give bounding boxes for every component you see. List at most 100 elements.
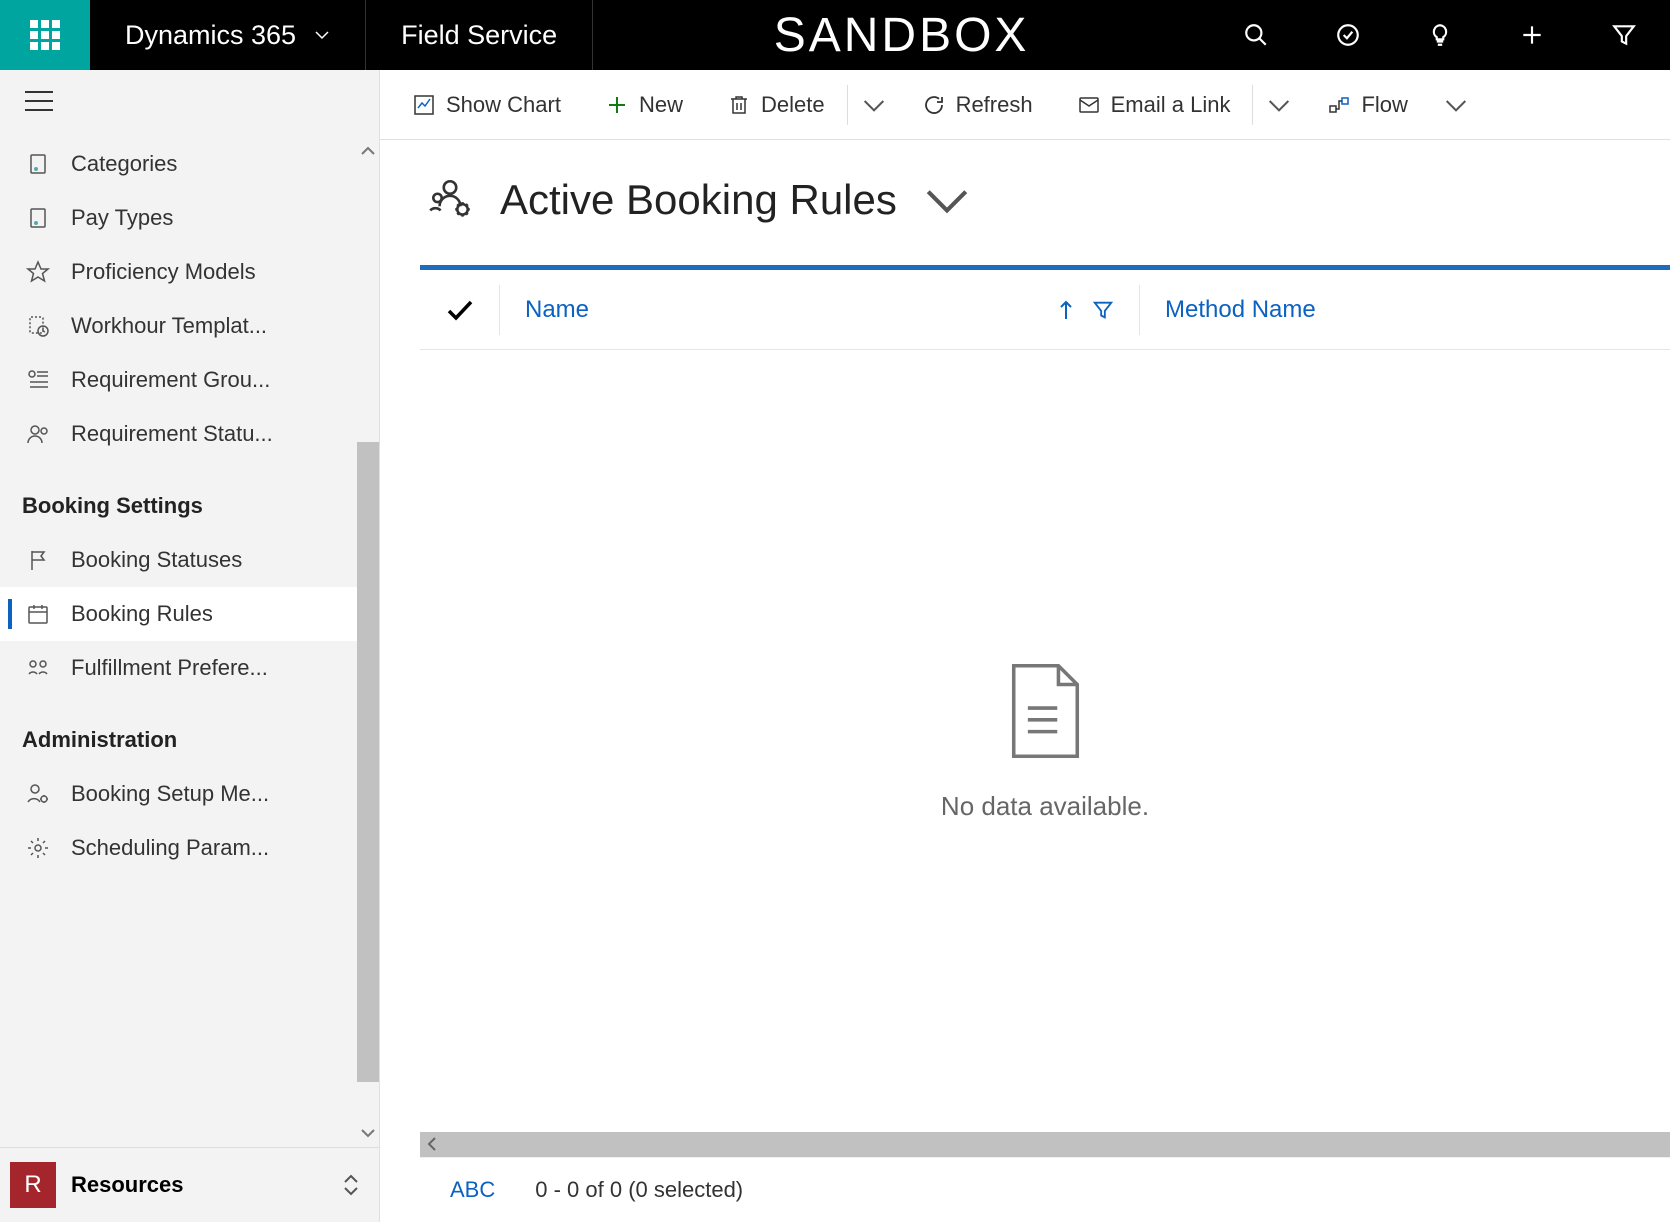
module-label: Field Service <box>366 0 593 70</box>
sidebar-item-booking-setup-metadata[interactable]: Booking Setup Me... <box>0 767 379 821</box>
cmd-label: Show Chart <box>446 92 561 118</box>
chevron-down-icon[interactable] <box>922 175 972 225</box>
column-header-name[interactable]: Name <box>500 285 1140 335</box>
search-icon <box>1243 22 1269 48</box>
app-launcher-button[interactable] <box>0 0 90 70</box>
sidebar-section-booking-settings: Booking Settings <box>0 461 379 533</box>
sidebar: Categories Pay Types Proficiency Models … <box>0 70 380 1222</box>
delete-button[interactable]: Delete <box>705 70 847 139</box>
cmd-label: Delete <box>761 92 825 118</box>
clock-document-icon <box>25 313 51 339</box>
email-link-dropdown[interactable] <box>1253 70 1305 139</box>
sidebar-item-workhour-templates[interactable]: Workhour Templat... <box>0 299 379 353</box>
email-link-button[interactable]: Email a Link <box>1055 70 1253 139</box>
cmd-label: Flow <box>1361 92 1407 118</box>
sidebar-item-label: Scheduling Param... <box>71 835 269 861</box>
task-button[interactable] <box>1302 0 1394 70</box>
column-label: Method Name <box>1165 296 1316 324</box>
flow-button[interactable]: Flow <box>1305 70 1429 139</box>
grid-footer: ABC 0 - 0 of 0 (0 selected) <box>420 1157 1670 1222</box>
sidebar-item-label: Proficiency Models <box>71 259 256 285</box>
list-icon <box>25 367 51 393</box>
scrollbar-thumb[interactable] <box>357 442 379 1082</box>
view-title[interactable]: Active Booking Rules <box>500 176 897 224</box>
sidebar-toggle-button[interactable] <box>0 70 379 137</box>
cmd-label: Refresh <box>956 92 1033 118</box>
sidebar-item-label: Requirement Statu... <box>71 421 273 447</box>
delete-dropdown[interactable] <box>848 70 900 139</box>
select-all-checkbox[interactable] <box>420 285 500 335</box>
cmd-label: New <box>639 92 683 118</box>
area-switcher[interactable]: R Resources <box>0 1147 379 1222</box>
chevron-down-icon <box>314 27 330 43</box>
checkmark-icon <box>446 299 474 321</box>
document-icon <box>25 151 51 177</box>
sidebar-item-fulfillment-preferences[interactable]: Fulfillment Prefere... <box>0 641 379 695</box>
sidebar-item-label: Fulfillment Prefere... <box>71 655 268 681</box>
flag-icon <box>25 547 51 573</box>
trash-icon <box>727 93 751 117</box>
sort-asc-icon <box>1058 299 1074 321</box>
sidebar-item-pay-types[interactable]: Pay Types <box>0 191 379 245</box>
top-icon-bar <box>1210 0 1670 70</box>
plus-icon <box>605 93 629 117</box>
gear-icon <box>25 835 51 861</box>
sidebar-item-booking-statuses[interactable]: Booking Statuses <box>0 533 379 587</box>
sidebar-item-label: Pay Types <box>71 205 173 231</box>
sidebar-item-proficiency-models[interactable]: Proficiency Models <box>0 245 379 299</box>
hamburger-icon <box>25 90 53 112</box>
sidebar-item-requirement-statuses[interactable]: Requirement Statu... <box>0 407 379 461</box>
sidebar-item-scheduling-parameters[interactable]: Scheduling Param... <box>0 821 379 875</box>
show-chart-button[interactable]: Show Chart <box>390 70 583 139</box>
waffle-icon <box>30 20 60 50</box>
horizontal-scrollbar[interactable] <box>420 1132 1670 1157</box>
column-label: Name <box>525 296 589 324</box>
refresh-icon <box>922 93 946 117</box>
sidebar-item-label: Workhour Templat... <box>71 313 267 339</box>
chevron-down-icon <box>862 93 886 117</box>
scroll-left-icon <box>424 1136 440 1152</box>
sidebar-item-label: Booking Statuses <box>71 547 242 573</box>
people-icon <box>25 421 51 447</box>
main-layout: Categories Pay Types Proficiency Models … <box>0 70 1670 1222</box>
data-grid: Name Method Name No <box>420 265 1670 1222</box>
search-button[interactable] <box>1210 0 1302 70</box>
sidebar-item-booking-rules[interactable]: Booking Rules <box>0 587 379 641</box>
sidebar-item-label: Booking Setup Me... <box>71 781 269 807</box>
document-icon <box>25 205 51 231</box>
sidebar-item-categories[interactable]: Categories <box>0 137 379 191</box>
help-button[interactable] <box>1394 0 1486 70</box>
sidebar-item-requirement-groups[interactable]: Requirement Grou... <box>0 353 379 407</box>
sidebar-item-label: Requirement Grou... <box>71 367 270 393</box>
environment-label: SANDBOX <box>593 0 1210 70</box>
funnel-icon <box>1611 22 1637 48</box>
add-button[interactable] <box>1486 0 1578 70</box>
sidebar-scroll[interactable]: Categories Pay Types Proficiency Models … <box>0 137 379 1147</box>
filter-button[interactable] <box>1578 0 1670 70</box>
content-area: Show Chart New Delete Refresh Email a Li… <box>380 70 1670 1222</box>
people-gear-icon <box>25 781 51 807</box>
column-header-method-name[interactable]: Method Name <box>1140 285 1341 335</box>
flow-dropdown[interactable] <box>1430 70 1482 139</box>
people-sync-icon <box>25 655 51 681</box>
grid-header-row: Name Method Name <box>420 270 1670 350</box>
plus-icon <box>1519 22 1545 48</box>
app-name-dropdown[interactable]: Dynamics 365 <box>90 0 366 70</box>
record-count-label: 0 - 0 of 0 (0 selected) <box>535 1177 743 1203</box>
refresh-button[interactable]: Refresh <box>900 70 1055 139</box>
app-name-label: Dynamics 365 <box>125 20 296 51</box>
alpha-index-button[interactable]: ABC <box>450 1177 495 1203</box>
lightbulb-icon <box>1427 22 1453 48</box>
empty-text: No data available. <box>941 791 1149 822</box>
global-topbar: Dynamics 365 Field Service SANDBOX <box>0 0 1670 70</box>
new-button[interactable]: New <box>583 70 705 139</box>
view-header: Active Booking Rules <box>380 140 1670 265</box>
funnel-icon <box>1092 299 1114 321</box>
document-icon <box>1003 661 1088 761</box>
sidebar-item-label: Booking Rules <box>71 601 213 627</box>
people-gear-icon <box>425 175 475 225</box>
cmd-label: Email a Link <box>1111 92 1231 118</box>
scroll-down-icon[interactable] <box>360 1125 376 1141</box>
updown-icon <box>343 1174 359 1196</box>
email-icon <box>1077 93 1101 117</box>
